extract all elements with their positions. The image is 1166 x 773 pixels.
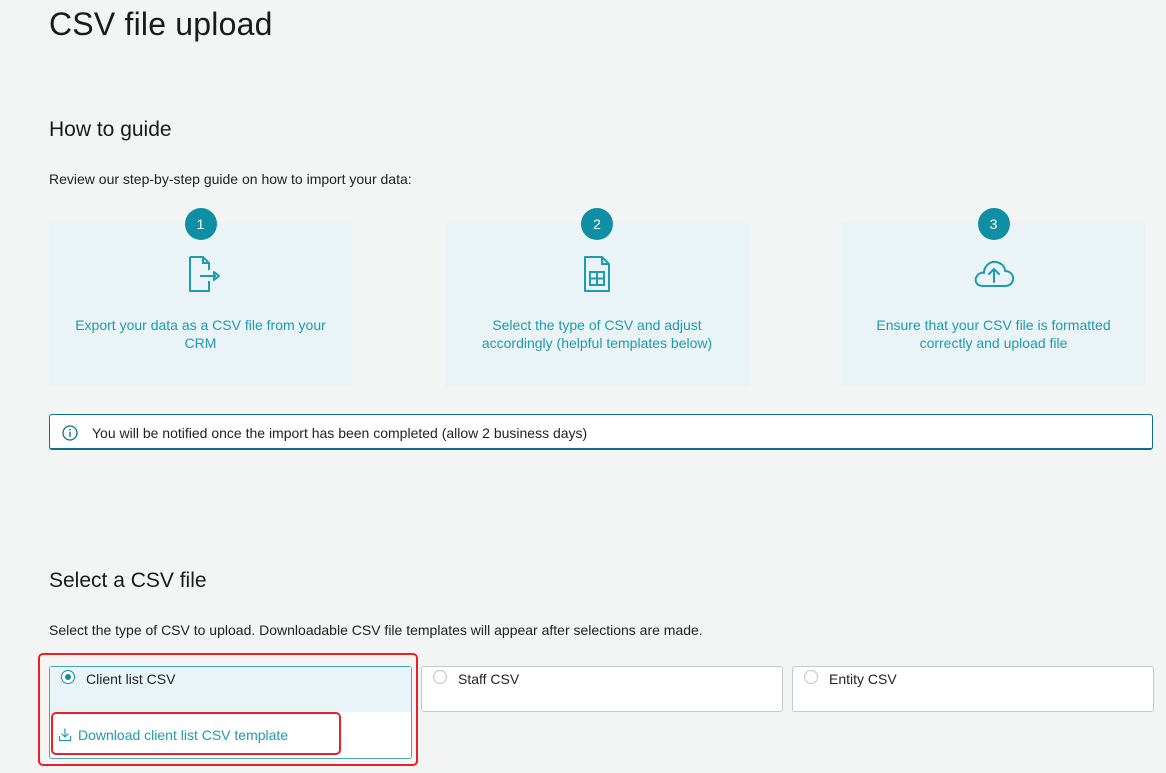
- guide-description: Review our step-by-step guide on how to …: [49, 171, 412, 187]
- cloud-upload-icon: [974, 260, 1014, 287]
- select-csv-description: Select the type of CSV to upload. Downlo…: [49, 622, 703, 638]
- step-description: Select the type of CSV and adjust accord…: [481, 317, 713, 351]
- download-icon: [58, 728, 72, 742]
- step-number-badge: 2: [581, 208, 613, 240]
- entity-radio[interactable]: [804, 670, 818, 684]
- option-staff-csv[interactable]: Staff CSV: [421, 666, 783, 712]
- step-description: Export your data as a CSV file from your…: [75, 317, 326, 351]
- how-to-guide-heading: How to guide: [49, 118, 172, 141]
- staff-radio[interactable]: [433, 670, 447, 684]
- select-csv-heading: Select a CSV file: [49, 569, 207, 592]
- file-export-icon: [188, 256, 220, 292]
- step-card-1: 1 Export your data as a CSV file from yo…: [49, 208, 352, 386]
- option-entity-csv[interactable]: Entity CSV: [792, 666, 1154, 712]
- option-client-list-csv[interactable]: Client list CSV Download client list CSV…: [49, 666, 412, 759]
- download-label[interactable]: Download client list CSV template: [78, 727, 288, 743]
- info-icon: [62, 425, 78, 441]
- step-description: Ensure that your CSV file is formatted c…: [876, 317, 1111, 351]
- step-number-badge: 3: [977, 208, 1010, 240]
- step-card-2: 2 Select the type of CSV and adjust acco…: [445, 208, 749, 386]
- step-number-badge: 1: [184, 208, 217, 240]
- option-label: Staff CSV: [458, 671, 520, 687]
- spreadsheet-icon: [584, 256, 610, 292]
- notice-text: You will be notified once the import has…: [92, 425, 588, 441]
- page-title: CSV file upload: [49, 6, 273, 42]
- import-notice: You will be notified once the import has…: [49, 414, 1153, 450]
- step-card-3: 3 Ensure that your CSV file is formatted…: [842, 208, 1145, 386]
- option-label: Client list CSV: [86, 671, 176, 687]
- option-label: Entity CSV: [829, 671, 897, 687]
- client-list-radio[interactable]: [61, 670, 75, 684]
- download-template-link[interactable]: Download client list CSV template: [58, 727, 288, 743]
